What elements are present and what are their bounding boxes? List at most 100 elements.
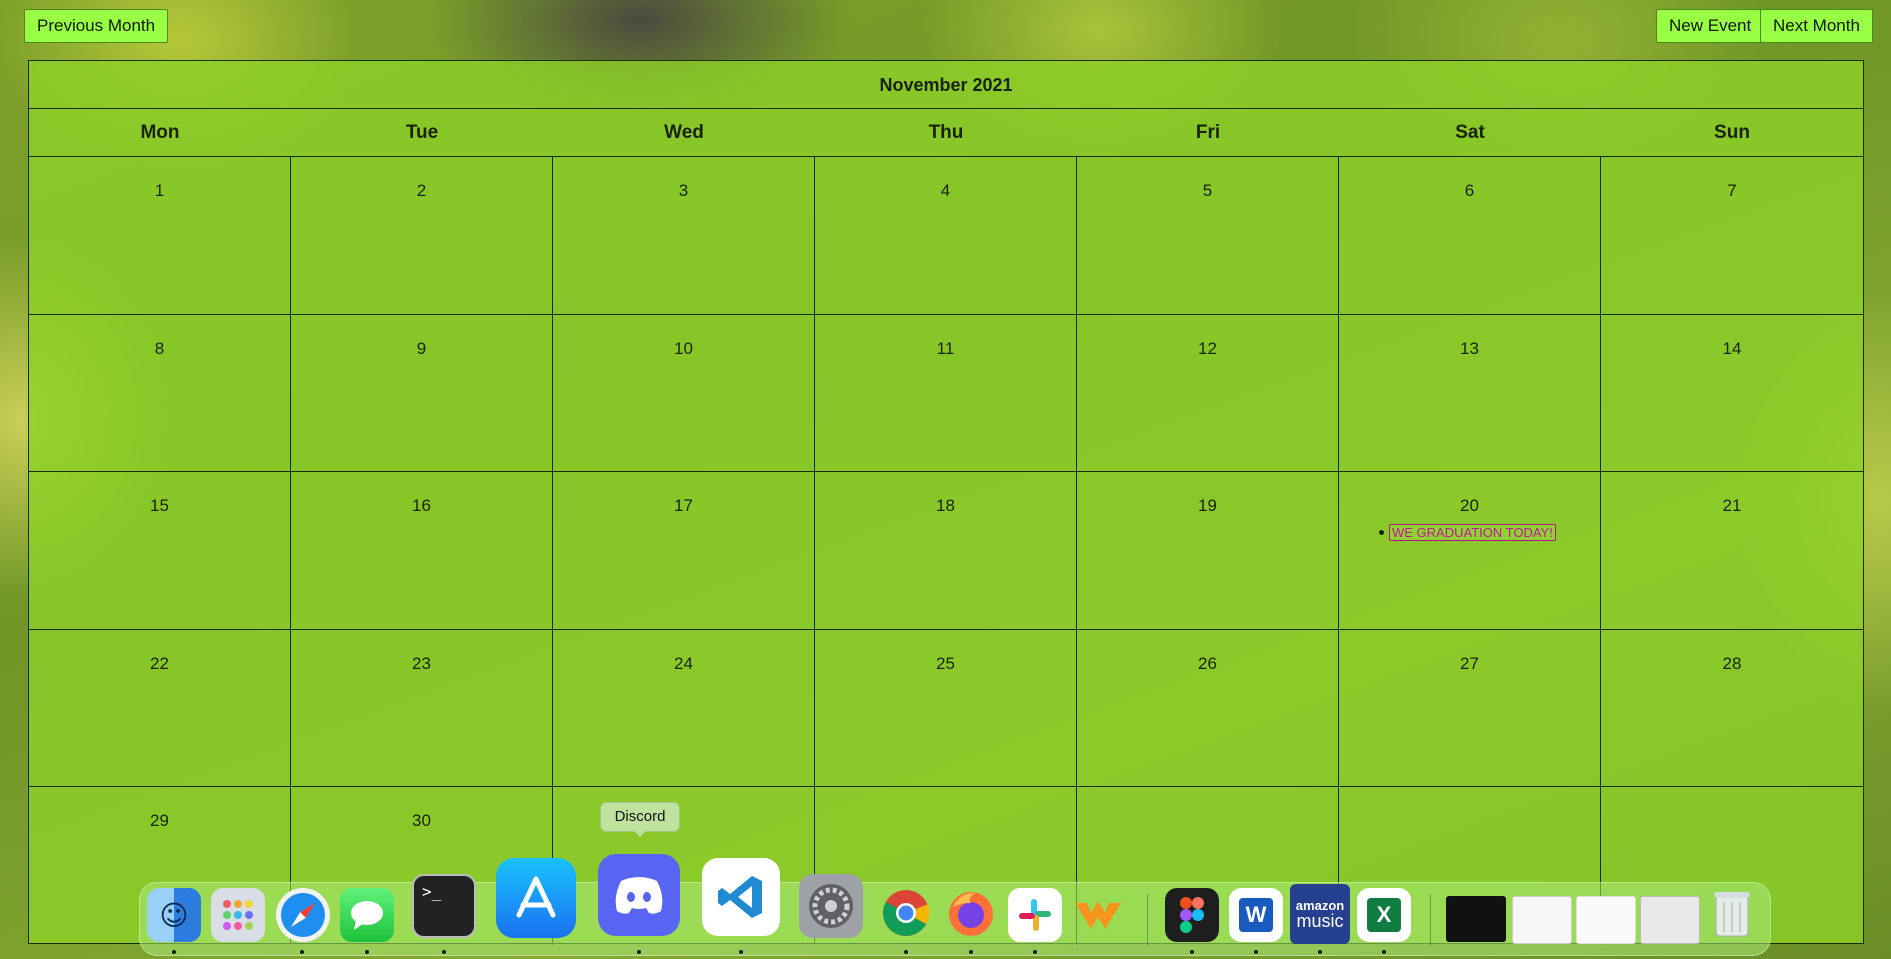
day-cell[interactable]: 16: [291, 472, 553, 630]
vscode-icon[interactable]: [702, 858, 780, 936]
running-indicator: [1190, 950, 1194, 954]
day-number: 7: [1727, 181, 1737, 200]
day-number: 26: [1198, 653, 1217, 673]
day-number: 17: [674, 496, 693, 516]
slack-icon[interactable]: [1008, 888, 1062, 942]
amazon-music-icon[interactable]: amazon music: [1290, 884, 1350, 944]
running-indicator: [969, 950, 973, 954]
day-number: 16: [412, 496, 431, 516]
day-number: 6: [1464, 181, 1475, 200]
day-cell[interactable]: 10: [553, 314, 815, 473]
app-store-icon[interactable]: [496, 858, 576, 938]
weekday-sat: Sat: [1455, 122, 1485, 143]
day-number: 11: [936, 338, 955, 358]
day-number: 15: [150, 496, 169, 516]
day-number: 13: [1460, 338, 1479, 358]
day-number: 12: [1198, 338, 1217, 358]
day-cell[interactable]: 7: [1601, 157, 1863, 315]
event-bullet: [1379, 530, 1384, 536]
weekday-fri: Fri: [1195, 122, 1221, 143]
running-indicator: [365, 950, 369, 954]
day-number: 8: [154, 338, 165, 358]
day-number: 3: [678, 181, 689, 200]
calendar-grid: 1 2 3 4 5 6 7 8 9 10 11 12 13 14 15 16 17 18 19 20 WE GRADUA…: [29, 157, 1863, 945]
day-number: 21: [1722, 496, 1742, 516]
messages-icon[interactable]: [340, 888, 394, 942]
figma-icon[interactable]: [1165, 888, 1219, 942]
day-number: 2: [416, 181, 427, 200]
running-indicator: [637, 950, 641, 954]
day-cell[interactable]: 14: [1601, 315, 1863, 473]
minimized-window-thumbnail[interactable]: [1576, 896, 1636, 944]
day-cell[interactable]: 11: [815, 314, 1077, 473]
wondershare-icon[interactable]: [1071, 888, 1125, 942]
day-cell[interactable]: 22: [29, 629, 291, 788]
day-cell[interactable]: 12: [1077, 314, 1339, 473]
day-number: 22: [150, 653, 169, 673]
day-cell[interactable]: 20 WE GRADUATION TODAY!: [1339, 472, 1601, 630]
day-number: 9: [416, 338, 427, 358]
day-number: 5: [1202, 181, 1213, 200]
weekday-mon: Mon: [140, 122, 180, 143]
terminal-icon[interactable]: >_: [412, 874, 476, 938]
running-indicator: [172, 950, 176, 954]
previous-month-button[interactable]: Previous Month: [24, 9, 169, 43]
excel-icon[interactable]: X: [1357, 888, 1411, 942]
next-month-button[interactable]: Next Month: [1760, 9, 1873, 43]
minimized-window-thumbnail[interactable]: [1512, 896, 1572, 944]
running-indicator: [1382, 950, 1386, 954]
weekday-wed: Wed: [664, 122, 704, 143]
safari-icon[interactable]: [276, 888, 330, 942]
running-indicator: [442, 950, 446, 954]
day-number: 23: [412, 653, 431, 673]
running-indicator: [300, 950, 304, 954]
day-cell[interactable]: 24: [553, 629, 815, 788]
system-preferences-icon[interactable]: [799, 874, 863, 938]
running-indicator: [1033, 950, 1037, 954]
chrome-icon[interactable]: [879, 886, 933, 940]
minimized-window-thumbnail[interactable]: [1446, 896, 1506, 942]
day-cell[interactable]: 9: [291, 314, 553, 473]
day-cell[interactable]: 6: [1339, 157, 1601, 315]
weekday-tue: Tue: [405, 122, 439, 143]
day-cell[interactable]: 2: [291, 157, 553, 315]
day-cell[interactable]: 1: [29, 157, 291, 315]
day-cell[interactable]: 15: [29, 472, 291, 630]
day-number: 18: [936, 496, 955, 516]
day-number: 27: [1460, 653, 1479, 673]
day-cell[interactable]: 21: [1601, 472, 1863, 630]
firefox-icon[interactable]: [944, 886, 998, 940]
calendar-event[interactable]: WE GRADUATION TODAY!: [1389, 524, 1556, 542]
day-number: 10: [674, 338, 693, 358]
day-cell[interactable]: 28: [1601, 630, 1863, 788]
day-cell[interactable]: 5: [1077, 157, 1339, 315]
day-cell[interactable]: 13: [1339, 314, 1601, 473]
day-cell[interactable]: 23: [291, 629, 553, 788]
day-number: 4: [940, 181, 951, 200]
new-event-button[interactable]: New Event: [1656, 9, 1765, 43]
day-number: 30: [412, 811, 431, 831]
calendar-title: November 2021: [29, 61, 1863, 109]
day-number: 24: [674, 653, 693, 673]
day-cell[interactable]: 3: [553, 157, 815, 315]
day-cell[interactable]: 26: [1077, 629, 1339, 788]
weekday-thu: Thu: [928, 122, 964, 143]
day-cell[interactable]: 17: [553, 472, 815, 630]
day-number: 20: [1460, 496, 1479, 516]
day-cell[interactable]: 19: [1077, 472, 1339, 630]
discord-icon[interactable]: [598, 854, 680, 936]
weekday-header: Mon Tue Wed Thu Fri Sat Sun: [29, 109, 1863, 157]
day-number: 1: [154, 181, 165, 200]
minimized-window-thumbnail[interactable]: [1640, 896, 1700, 944]
trash-icon[interactable]: [1707, 886, 1757, 940]
word-icon[interactable]: W: [1229, 888, 1283, 942]
calendar: November 2021 Mon Tue Wed Thu Fri Sat Su…: [28, 60, 1864, 945]
day-cell[interactable]: 8: [29, 314, 291, 473]
day-cell[interactable]: 4: [815, 157, 1077, 315]
finder-icon[interactable]: ☺: [147, 888, 201, 942]
launchpad-icon[interactable]: [211, 888, 265, 942]
day-cell[interactable]: 18: [815, 472, 1077, 630]
dock-tooltip: Discord: [600, 802, 680, 837]
day-cell[interactable]: 25: [815, 629, 1077, 788]
day-cell[interactable]: 27: [1339, 629, 1601, 788]
